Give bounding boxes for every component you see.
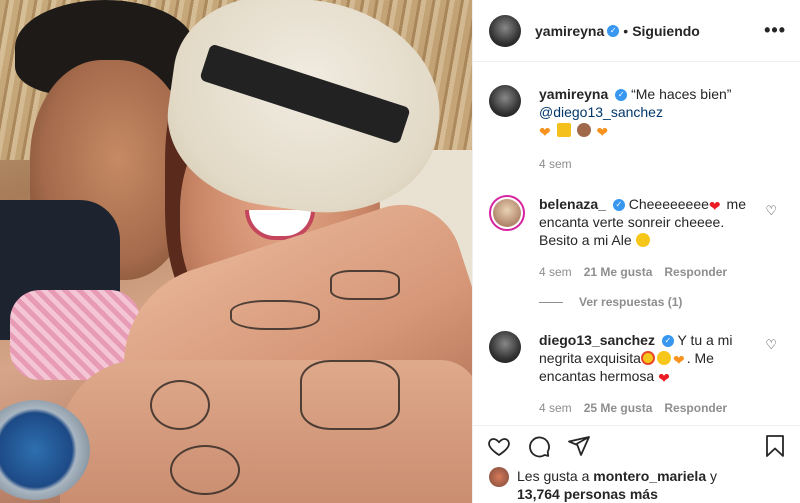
caption-mention[interactable]: @diego13_sanchez xyxy=(539,104,663,120)
author-avatar[interactable] xyxy=(489,14,521,47)
commenter-avatar[interactable] xyxy=(489,331,521,363)
post-actions-bar xyxy=(473,425,800,465)
photo-forearm xyxy=(60,360,472,503)
photo-tattoo-skull xyxy=(170,445,240,495)
comment-likes[interactable]: 25 Me gusta xyxy=(584,399,653,417)
orange-heart-emoji-icon: ❤ xyxy=(672,352,685,368)
caption: yamireyna ✓ “Me haces bien” @diego13_san… xyxy=(489,85,785,173)
comments-list: yamireyna ✓ “Me haces bien” @diego13_san… xyxy=(473,63,800,425)
monkey-emoji-icon xyxy=(576,123,591,137)
caption-text: “Me haces bien” xyxy=(631,86,732,102)
comment-likes[interactable]: 21 Me gusta xyxy=(584,263,653,281)
liker-avatar[interactable] xyxy=(489,467,509,487)
commenter-username[interactable]: diego13_sanchez xyxy=(539,332,655,348)
post-header: yamireyna ✓ • Siguiendo ••• xyxy=(473,0,800,62)
follow-button[interactable]: Siguiendo xyxy=(632,23,700,39)
comment-time[interactable]: 4 sem xyxy=(539,399,572,417)
comment-like-heart-icon[interactable]: ♡ xyxy=(765,203,777,219)
star-eyes-emoji-icon xyxy=(640,351,655,365)
like-heart-icon[interactable] xyxy=(487,434,511,458)
photo-tattoo-top xyxy=(330,270,400,300)
separator-dot: • xyxy=(623,22,629,39)
caption-meta: 4 sem xyxy=(539,155,749,173)
replies-line xyxy=(539,301,563,303)
comment-item: belenaza_ ✓ Cheeeeeeee❤ me encanta verte… xyxy=(489,195,785,281)
caption-username[interactable]: yamireyna xyxy=(539,86,608,102)
likes-count[interactable]: 13,764 personas más xyxy=(517,486,658,502)
orange-heart-emoji-icon: ❤ xyxy=(539,124,551,140)
post-side-panel: yamireyna ✓ • Siguiendo ••• yamireyna ✓ … xyxy=(472,0,800,503)
caption-emojis: ❤ ❤ xyxy=(539,122,610,140)
photo-tattoo-flower xyxy=(150,380,210,430)
comment-time[interactable]: 4 sem xyxy=(539,263,572,281)
liker-username[interactable]: montero_mariela xyxy=(593,468,706,484)
red-heart-emoji-icon: ❤ xyxy=(708,198,721,214)
photo-tattoo-lion xyxy=(300,360,400,430)
comment-item: diego13_sanchez ✓ Y tu a mi negrita exqu… xyxy=(489,331,785,417)
laughing-emoji-icon xyxy=(635,233,650,247)
verified-badge-icon: ✓ xyxy=(615,89,628,102)
comment-icon[interactable] xyxy=(527,434,551,458)
likes-middle: y xyxy=(706,468,717,484)
verified-badge-icon: ✓ xyxy=(661,335,674,348)
verified-badge-icon: ✓ xyxy=(607,24,620,37)
view-replies-label: Ver respuestas (1) xyxy=(579,295,683,309)
comment-meta: 4 sem 25 Me gusta Responder xyxy=(539,399,749,417)
verified-badge-icon: ✓ xyxy=(612,199,625,212)
commenter-username[interactable]: belenaza_ xyxy=(539,196,606,212)
share-icon[interactable] xyxy=(567,434,591,458)
comment-like-heart-icon[interactable]: ♡ xyxy=(765,337,777,353)
reply-button[interactable]: Responder xyxy=(664,399,727,417)
author-username[interactable]: yamireyna xyxy=(535,23,604,39)
comment-text-part1: Cheeeeeeee xyxy=(628,196,709,212)
likes-summary: Les gusta a montero_mariela y 13,764 per… xyxy=(489,467,789,503)
bookmark-icon[interactable] xyxy=(763,434,787,458)
caption-time[interactable]: 4 sem xyxy=(539,155,572,173)
commenter-avatar[interactable] xyxy=(489,195,525,231)
likes-prefix: Les gusta a xyxy=(517,468,594,484)
view-replies-button[interactable]: Ver respuestas (1) xyxy=(539,295,785,309)
reply-button[interactable]: Responder xyxy=(664,263,727,281)
orange-heart-emoji-icon: ❤ xyxy=(596,124,609,140)
photo-tattoo-wing xyxy=(230,300,320,330)
blushing-emoji-icon xyxy=(656,351,671,365)
caption-avatar[interactable] xyxy=(489,85,521,117)
crown-emoji-icon xyxy=(556,123,571,137)
post-photo[interactable] xyxy=(0,0,472,503)
red-heart-emoji-icon: ❤ xyxy=(658,370,670,386)
comment-meta: 4 sem 21 Me gusta Responder xyxy=(539,263,749,281)
more-options-icon[interactable]: ••• xyxy=(764,20,786,41)
